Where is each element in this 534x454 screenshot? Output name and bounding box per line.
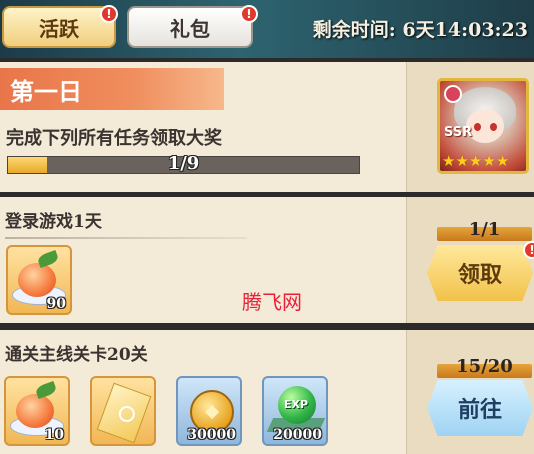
peach-icon: [16, 394, 54, 428]
leaf-icon: [36, 249, 60, 269]
ticket-icon: [96, 382, 152, 444]
leaf-icon: [34, 380, 58, 400]
watermark-text: 腾飞网: [242, 290, 302, 314]
reward-item-gold-coin[interactable]: 30000: [176, 376, 242, 446]
notification-badge-icon: !: [523, 241, 534, 259]
peach-icon: [18, 263, 56, 297]
reward-item-peach[interactable]: 10: [4, 376, 70, 446]
task-counter: 15/20: [456, 356, 513, 377]
reward-quantity: 90: [46, 296, 66, 312]
reward-item-peach[interactable]: 90: [6, 245, 72, 315]
reward-item-exp-orb[interactable]: EXP 20000: [262, 376, 328, 446]
star-icon: ★: [482, 152, 496, 170]
task-counter: 1/1: [468, 219, 501, 240]
reward-quantity: 20000: [273, 427, 322, 443]
star-rating: ★ ★ ★ ★ ★: [442, 154, 509, 169]
rarity-label: SSR: [444, 125, 473, 140]
claim-button[interactable]: 领取: [427, 245, 533, 301]
coin-center: [204, 404, 220, 420]
exp-label: EXP: [284, 398, 309, 411]
task-action-area: 15/20 前往: [406, 330, 534, 454]
star-icon: ★: [442, 152, 456, 170]
task-title: 通关主线关卡20关: [5, 345, 148, 365]
remaining-time: 剩余时间: 6天14:03:23: [312, 19, 528, 41]
character-eye: [474, 123, 481, 131]
grand-prize-area: SSR ★ ★ ★ ★ ★: [406, 62, 534, 192]
ssr-character-card[interactable]: SSR ★ ★ ★ ★ ★: [437, 78, 529, 174]
top-bar: 活跃 ! 礼包 ! 剩余时间: 6天14:03:23: [0, 0, 534, 58]
day-progress-text: 1/9: [167, 153, 200, 174]
day-progress-bar: 1/9: [7, 153, 360, 174]
day-panel: 第一日 完成下列所有任务领取大奖 1/9 SSR ★ ★ ★ ★ ★: [0, 62, 534, 192]
character-eye: [490, 123, 497, 131]
go-button-label: 前往: [457, 397, 502, 423]
reward-quantity: 10: [44, 427, 64, 443]
ticket-mark: [116, 403, 138, 425]
tab-gift-pack[interactable]: 礼包: [127, 6, 253, 48]
task-row: 通关主线关卡20关 10 30000 EXP 20000 15/20 前往: [0, 330, 534, 454]
task-divider: [5, 237, 247, 239]
notification-badge-icon: !: [100, 5, 118, 23]
notification-badge-icon: !: [240, 5, 258, 23]
tab-activity[interactable]: 活跃: [2, 6, 116, 48]
claim-button-label: 领取: [457, 262, 502, 288]
reward-quantity: 30000: [187, 427, 236, 443]
day-title: 第一日: [0, 68, 224, 110]
star-icon: ★: [495, 152, 510, 170]
star-icon: ★: [468, 152, 483, 170]
faction-emblem-icon: [444, 85, 462, 103]
task-action-area: 1/1 领取 !: [406, 197, 534, 323]
reward-item-ticket[interactable]: [90, 376, 156, 446]
go-button[interactable]: 前往: [427, 380, 533, 436]
tab-activity-label: 活跃: [39, 16, 79, 41]
task-title: 登录游戏1天: [5, 212, 102, 232]
day-description: 完成下列所有任务领取大奖: [6, 128, 222, 149]
star-icon: ★: [455, 152, 469, 170]
tab-gift-pack-label: 礼包: [170, 16, 210, 41]
